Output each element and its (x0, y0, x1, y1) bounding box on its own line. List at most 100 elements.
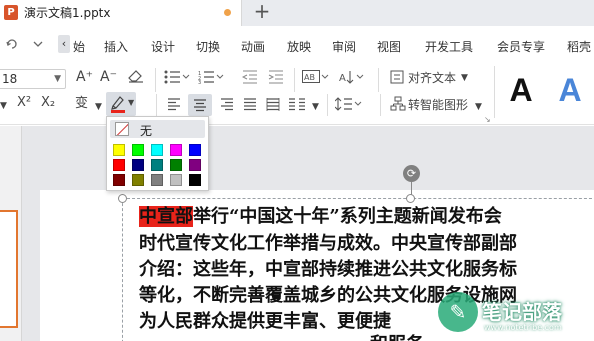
decrease-indent-button[interactable] (241, 70, 258, 89)
increase-indent-button[interactable] (268, 70, 284, 89)
menu-icon[interactable] (6, 38, 18, 53)
chevron-down-icon: ▼ (128, 98, 135, 107)
tab-insert[interactable]: 插入 (104, 38, 128, 55)
color-swatch[interactable] (189, 174, 201, 186)
smart-art-button[interactable] (390, 96, 406, 116)
text-line-1[interactable]: 中宣部举行“中国这十年”系列主题新闻发布会 (139, 205, 502, 228)
line-spacing-button[interactable] (334, 97, 363, 116)
color-swatch[interactable] (151, 159, 163, 171)
text-line-5[interactable]: 为人民群众提供更丰富、更便捷 (139, 310, 391, 333)
slide-thumbnail[interactable] (0, 210, 18, 328)
eraser-icon (128, 70, 143, 83)
tab-developer[interactable]: 开发工具 (425, 38, 473, 55)
chevron-down-icon[interactable]: ▼ (475, 99, 482, 115)
chevron-down-icon[interactable]: ▼ (0, 98, 7, 114)
tab-docer[interactable]: 稻壳 (567, 38, 591, 55)
smart-art-icon (390, 96, 406, 111)
subscript-button[interactable]: X₂ (41, 95, 55, 111)
divider (494, 66, 495, 118)
rotate-handle-icon[interactable]: ⟳ (403, 165, 420, 182)
align-text-label: 对齐文本 (408, 71, 457, 85)
increase-font-size-button[interactable]: A⁺ (76, 69, 93, 85)
text-style-blue[interactable]: A (546, 65, 594, 117)
text-line-3[interactable]: 介绍：这些年，中宣部持续推进公共文化服务标 (139, 258, 517, 281)
text-line-6[interactable]: 和服务 (370, 333, 424, 341)
text-highlight-button[interactable]: ▼ (106, 92, 136, 116)
columns-button[interactable] (288, 97, 306, 116)
color-swatch[interactable] (170, 159, 182, 171)
highlighted-text[interactable]: 中宣部 (139, 206, 193, 227)
superscript-button[interactable]: X² (17, 95, 31, 111)
columns-icon (289, 98, 305, 111)
divider (327, 94, 328, 116)
no-color-label: 无 (140, 124, 153, 138)
color-swatch[interactable] (132, 144, 144, 156)
highlight-color-dropdown: 无 (106, 116, 209, 191)
color-swatch[interactable] (170, 174, 182, 186)
color-swatch[interactable] (189, 144, 201, 156)
resize-handle-top-center[interactable] (406, 194, 415, 203)
color-swatch[interactable] (132, 159, 144, 171)
chevron-down-icon[interactable] (32, 38, 44, 53)
tab-review[interactable]: 审阅 (332, 38, 356, 55)
unsaved-dot-icon (224, 9, 231, 16)
align-text-button[interactable] (390, 70, 404, 89)
watermark: ✎ 笔记部落 www.notetribe.com (438, 286, 594, 341)
color-swatch[interactable] (189, 159, 201, 171)
ribbon-collapse-button[interactable]: ‹ (58, 35, 70, 53)
align-left-button[interactable] (167, 97, 181, 116)
align-center-icon (194, 99, 206, 112)
tab-home[interactable]: 始 (73, 38, 85, 55)
text-line-2[interactable]: 时代宣传文化工作举措与成效。中央宣传部副部 (139, 232, 517, 255)
document-title: 演示文稿1.pptx (24, 6, 111, 20)
svg-text:AB: AB (304, 73, 315, 82)
numbered-list-button[interactable]: 123 (198, 70, 224, 89)
justify-icon (244, 98, 256, 111)
chevron-down-icon: ▼ (54, 74, 61, 84)
presentation-file-icon: P (4, 5, 18, 20)
decrease-font-size-button[interactable]: A⁻ (100, 69, 117, 85)
character-spacing-button[interactable]: AB (302, 70, 330, 89)
tab-member[interactable]: 会员专享 (497, 38, 545, 55)
watermark-title: 笔记部落 (482, 300, 562, 324)
color-swatch[interactable] (113, 174, 125, 186)
justify-button[interactable] (243, 97, 257, 116)
text-style-black[interactable]: A (497, 65, 545, 117)
distribute-icon (266, 98, 280, 111)
no-color-option[interactable]: 无 (110, 120, 205, 138)
divider (156, 94, 157, 116)
tab-transitions[interactable]: 切换 (196, 38, 220, 55)
text-direction-button[interactable]: A (339, 70, 365, 89)
font-size-select[interactable]: 18 ▼ (0, 69, 66, 89)
new-tab-button[interactable]: + (252, 0, 272, 24)
phonetic-guide-button[interactable]: 变 (75, 96, 88, 112)
chevron-down-icon[interactable]: ▼ (461, 70, 468, 86)
align-center-button[interactable] (188, 94, 212, 116)
color-swatch[interactable] (113, 144, 125, 156)
tab-design[interactable]: 设计 (151, 38, 175, 55)
align-right-button[interactable] (220, 97, 234, 116)
divider (294, 68, 295, 92)
color-swatch[interactable] (170, 144, 182, 156)
tab-view[interactable]: 视图 (377, 38, 401, 55)
indent-icon (268, 70, 283, 84)
align-right-icon (221, 98, 233, 111)
clear-format-button[interactable] (128, 69, 144, 88)
color-swatch[interactable] (151, 174, 163, 186)
color-swatch[interactable] (113, 159, 125, 171)
color-swatch[interactable] (151, 144, 163, 156)
tab-slideshow[interactable]: 放映 (287, 38, 311, 55)
document-tab[interactable]: P 演示文稿1.pptx (0, 0, 242, 26)
line-spacing-icon (334, 97, 362, 111)
text-line-1-rest: 举行“中国这十年”系列主题新闻发布会 (193, 206, 502, 227)
align-text-icon (390, 70, 404, 84)
color-swatch[interactable] (132, 174, 144, 186)
distribute-button[interactable] (266, 97, 280, 116)
pen-logo-icon: ✎ (438, 292, 478, 332)
tab-animations[interactable]: 动画 (241, 38, 265, 55)
bullet-list-button[interactable] (164, 70, 190, 89)
chevron-down-icon[interactable]: ▼ (312, 99, 319, 115)
divider (380, 94, 381, 116)
bullet-list-icon (164, 70, 190, 84)
resize-handle-top-left[interactable] (118, 194, 127, 203)
